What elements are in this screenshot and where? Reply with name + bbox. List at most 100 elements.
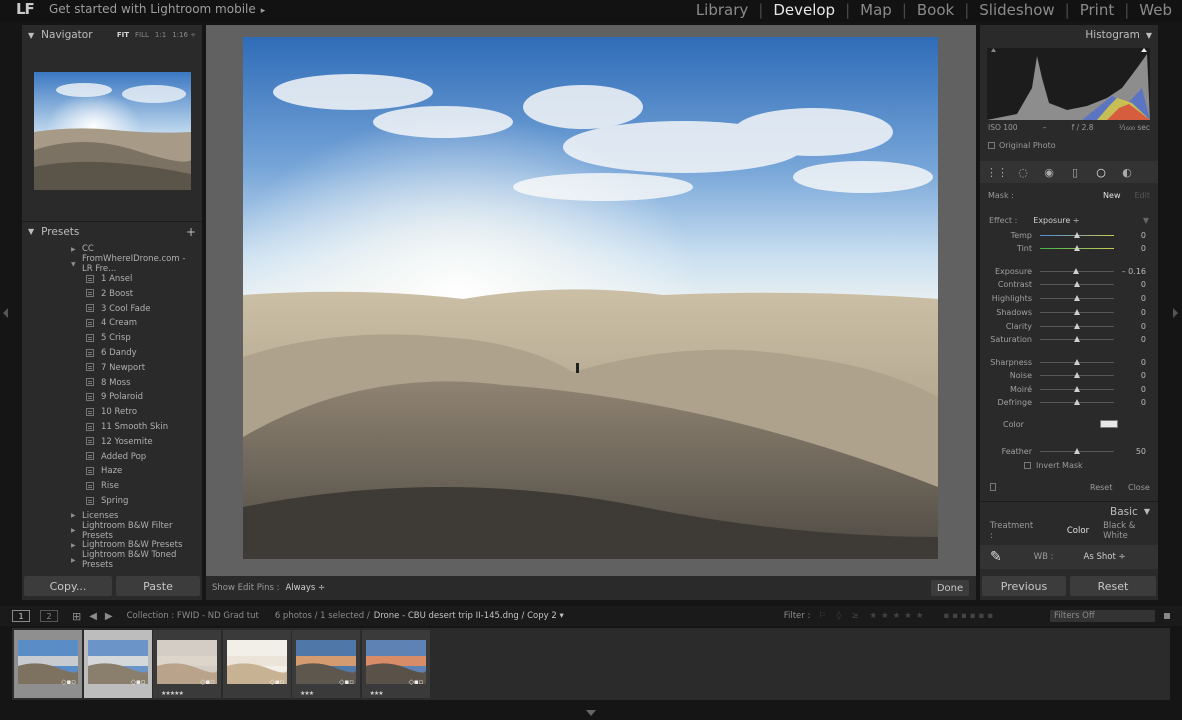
slider-track[interactable] xyxy=(1040,399,1114,405)
preset-item[interactable]: Spring xyxy=(28,494,198,509)
presets-header[interactable]: ▼ Presets + xyxy=(22,221,202,241)
navigator-zoom-option[interactable]: 1:1 xyxy=(155,31,166,39)
slider-value[interactable]: 0 xyxy=(1141,335,1146,344)
copy-button[interactable]: Copy... xyxy=(24,576,112,596)
add-preset-icon[interactable]: + xyxy=(186,225,196,239)
slider-noise[interactable]: Noise 0 xyxy=(980,369,1150,382)
done-button[interactable]: Done xyxy=(931,580,969,596)
module-library[interactable]: Library xyxy=(696,0,758,20)
preset-folder[interactable]: ▼ FromWhereIDrone.com - LR Fre... xyxy=(28,254,198,274)
collection-label[interactable]: Collection : FWID - ND Grad tut xyxy=(127,611,259,621)
module-develop[interactable]: Develop xyxy=(758,0,845,20)
module-slideshow[interactable]: Slideshow xyxy=(964,0,1064,20)
collapse-triangle-icon[interactable]: ▼ xyxy=(1144,507,1150,516)
preset-item[interactable]: 1 Ansel xyxy=(28,272,198,287)
navigator-preview[interactable] xyxy=(34,72,191,190)
slider-thumb[interactable] xyxy=(1074,295,1080,301)
color-label-filter[interactable]: ▪▪▪▪▪▪ xyxy=(944,611,997,621)
treatment-color-button[interactable]: Color xyxy=(1067,526,1089,536)
filmstrip-toggle-icon[interactable] xyxy=(586,710,596,716)
preset-item[interactable]: 5 Crisp xyxy=(28,331,198,346)
preset-item[interactable]: 11 Smooth Skin xyxy=(28,420,198,435)
module-print[interactable]: Print xyxy=(1065,0,1125,20)
slider-value[interactable]: 0 xyxy=(1141,385,1146,394)
slider-value[interactable]: 0 xyxy=(1141,358,1146,367)
previous-button[interactable]: Previous xyxy=(982,576,1066,596)
slider-defringe[interactable]: Defringe 0 xyxy=(980,396,1150,409)
main-photo[interactable] xyxy=(243,37,938,559)
filmstrip-thumbnail[interactable]: ◇▪▫ ★★★ xyxy=(292,630,360,698)
slider-thumb[interactable] xyxy=(1074,245,1080,251)
slider-value[interactable]: 50 xyxy=(1136,447,1146,456)
slider-thumb[interactable] xyxy=(1074,399,1080,405)
histogram-graph[interactable] xyxy=(987,48,1150,120)
color-swatch[interactable] xyxy=(1100,420,1118,428)
slider-value[interactable]: 0 xyxy=(1141,398,1146,407)
slider-thumb[interactable] xyxy=(1074,232,1080,238)
preset-item[interactable]: 2 Boost xyxy=(28,286,198,301)
filmstrip-thumbnail[interactable]: ◇▪▫ ★★★★★ xyxy=(153,630,221,698)
primary-display-button[interactable]: 1 xyxy=(12,610,30,622)
forward-arrow-icon[interactable]: ▶ xyxy=(105,611,113,622)
mask-reset-button[interactable]: Reset xyxy=(1090,483,1112,492)
right-panel-toggle-icon[interactable] xyxy=(1173,308,1178,318)
slider-track[interactable] xyxy=(1040,336,1114,342)
checkbox-icon[interactable] xyxy=(1024,462,1031,469)
slider-highlights[interactable]: Highlights 0 xyxy=(980,292,1150,305)
preset-item[interactable]: Haze xyxy=(28,464,198,479)
filmstrip-thumbnail[interactable]: ◇▪▫ xyxy=(222,630,291,698)
slider-value[interactable]: 0 xyxy=(1141,322,1146,331)
slider-feather[interactable]: Feather 50 xyxy=(980,445,1150,458)
slider-exposure[interactable]: Exposure – 0.16 xyxy=(980,265,1150,278)
preset-folder[interactable]: ▶ Lightroom B&W Toned Presets xyxy=(28,550,198,570)
thumbnail-rating[interactable]: ★★★ xyxy=(300,690,314,697)
slider-thumb[interactable] xyxy=(1074,336,1080,342)
get-started-link[interactable]: Get started with Lightroom mobile ▸ xyxy=(49,2,265,16)
slider-moir[interactable]: Moiré 0 xyxy=(980,383,1150,396)
preset-item[interactable]: 10 Retro xyxy=(28,405,198,420)
grid-view-icon[interactable]: ⊞ xyxy=(72,610,81,623)
slider-track[interactable] xyxy=(1040,359,1114,365)
preset-item[interactable]: 7 Newport xyxy=(28,360,198,375)
preset-item[interactable]: 4 Cream xyxy=(28,316,198,331)
wb-select[interactable]: As Shot ÷ xyxy=(1084,552,1126,562)
collapsed-triangle-icon[interactable]: ▶ xyxy=(71,542,76,549)
filmstrip-thumbnail[interactable]: ◇▪▫ xyxy=(14,630,82,698)
collapsed-triangle-icon[interactable]: ▶ xyxy=(71,512,76,519)
collapse-triangle-icon[interactable]: ▼ xyxy=(1146,31,1152,40)
mask-edit-button[interactable]: Edit xyxy=(1135,191,1151,200)
slider-track[interactable] xyxy=(1040,268,1114,274)
slider-value[interactable]: 0 xyxy=(1141,280,1146,289)
slider-saturation[interactable]: Saturation 0 xyxy=(980,333,1150,346)
graduated-filter-icon[interactable]: ▯ xyxy=(1068,165,1082,179)
mask-new-button[interactable]: New xyxy=(1103,191,1120,200)
mask-close-button[interactable]: Close xyxy=(1128,483,1150,492)
module-map[interactable]: Map xyxy=(845,0,902,20)
preset-item[interactable]: Added Pop xyxy=(28,449,198,464)
preset-item[interactable]: Rise xyxy=(28,479,198,494)
slider-value[interactable]: 0 xyxy=(1141,308,1146,317)
slider-thumb[interactable] xyxy=(1074,448,1080,454)
module-web[interactable]: Web xyxy=(1124,0,1182,20)
histogram-header[interactable]: Histogram ▼ xyxy=(980,25,1158,45)
crop-icon[interactable]: ⋮⋮ xyxy=(986,165,1008,179)
thumbnail-rating[interactable]: ★★★★★ xyxy=(161,690,184,697)
toggle-switch-icon[interactable] xyxy=(990,483,996,491)
navigator-zoom-option[interactable]: FILL xyxy=(135,31,149,39)
slider-track[interactable] xyxy=(1040,281,1114,287)
slider-shadows[interactable]: Shadows 0 xyxy=(980,306,1150,319)
slider-sharpness[interactable]: Sharpness 0 xyxy=(980,356,1150,369)
reset-button[interactable]: Reset xyxy=(1070,576,1156,596)
original-photo-toggle[interactable]: Original Photo xyxy=(988,141,1056,150)
preset-item[interactable]: 6 Dandy xyxy=(28,346,198,361)
edit-pins-select[interactable]: Always ÷ xyxy=(285,583,325,593)
thumbnail-rating[interactable]: ★★★ xyxy=(370,690,384,697)
secondary-display-button[interactable]: 2 xyxy=(40,610,58,622)
radial-filter-icon[interactable]: ○ xyxy=(1094,165,1108,179)
slider-tint[interactable]: Tint 0 xyxy=(980,242,1150,255)
navigator-zoom-option[interactable]: 1:16 ÷ xyxy=(172,31,196,39)
slider-value[interactable]: 0 xyxy=(1141,231,1146,240)
navigator-header[interactable]: ▼ Navigator FIT FILL 1:1 1:16 ÷ xyxy=(22,25,202,45)
collapsed-triangle-icon[interactable]: ▶ xyxy=(71,557,76,564)
slider-track[interactable] xyxy=(1040,448,1114,454)
